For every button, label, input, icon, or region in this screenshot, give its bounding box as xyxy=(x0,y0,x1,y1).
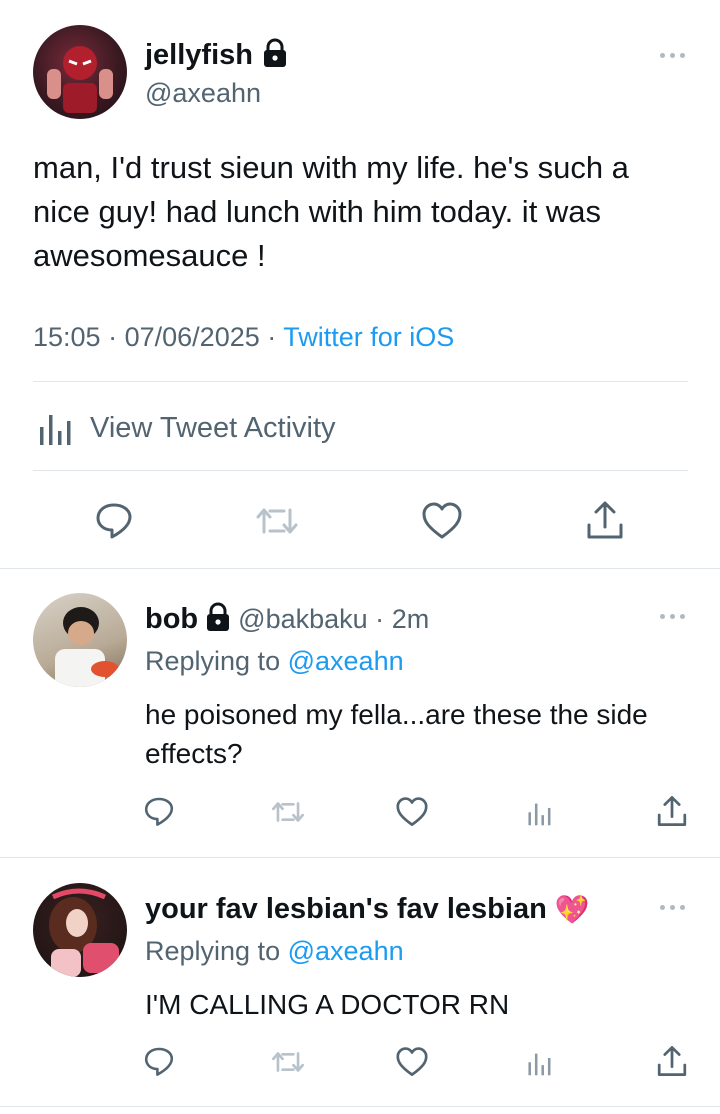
reply-display-name[interactable]: bob xyxy=(145,603,198,636)
replying-to-label: Replying to xyxy=(145,936,281,966)
lock-icon xyxy=(263,38,287,73)
lock-icon xyxy=(206,602,230,637)
meta-separator: · xyxy=(375,603,385,634)
analytics-icon xyxy=(38,411,74,445)
retweet-icon[interactable] xyxy=(255,502,299,540)
reply-icon[interactable] xyxy=(143,795,175,827)
tweet-meta: 15:05 · 07/06/2025 · Twitter for iOS xyxy=(33,322,454,353)
share-icon[interactable] xyxy=(656,794,688,828)
reply-display-name[interactable]: your fav lesbian's fav lesbian xyxy=(145,893,547,926)
tweet-text: man, I'd trust sieun with my life. he's … xyxy=(33,150,629,273)
divider xyxy=(0,568,720,569)
divider xyxy=(33,381,688,382)
analytics-icon[interactable] xyxy=(527,1050,553,1076)
replying-to-handle[interactable]: @axeahn xyxy=(288,936,404,966)
share-icon[interactable] xyxy=(656,1044,688,1078)
reply-avatar[interactable] xyxy=(33,593,127,687)
replying-to-label: Replying to xyxy=(145,646,281,676)
meta-separator: · xyxy=(267,322,277,352)
reply-text: he poisoned my fella...are these the sid… xyxy=(145,699,648,769)
divider xyxy=(33,470,688,471)
reply-avatar[interactable] xyxy=(33,883,127,977)
heart-icon[interactable] xyxy=(396,1047,428,1077)
reply-age: 2m xyxy=(391,603,430,634)
reply-handle[interactable]: @bakbaku xyxy=(238,604,368,634)
view-tweet-activity-button[interactable]: View Tweet Activity xyxy=(38,408,336,448)
tweet-date: 07/06/2025 xyxy=(124,322,260,352)
sparkling-heart-emoji: 💖 xyxy=(554,893,590,925)
more-icon[interactable] xyxy=(660,902,688,912)
reply-icon[interactable] xyxy=(143,1045,175,1077)
retweet-icon[interactable] xyxy=(271,1047,305,1077)
analytics-icon[interactable] xyxy=(527,800,553,826)
author-handle[interactable]: @axeahn xyxy=(145,78,261,109)
share-icon[interactable] xyxy=(585,499,625,541)
replying-to: Replying to @axeahn xyxy=(145,646,404,677)
more-icon[interactable] xyxy=(660,611,688,621)
view-tweet-activity-label: View Tweet Activity xyxy=(90,411,336,444)
reply-text: I'M CALLING A DOCTOR RN xyxy=(145,989,510,1020)
divider xyxy=(0,1106,720,1107)
heart-icon[interactable] xyxy=(422,502,462,540)
author-avatar[interactable] xyxy=(33,25,127,119)
meta-separator: · xyxy=(108,322,118,352)
author-display-name[interactable]: jellyfish xyxy=(145,39,253,72)
reply-icon[interactable] xyxy=(94,500,134,540)
tweet-time: 15:05 xyxy=(33,322,101,352)
replying-to-handle[interactable]: @axeahn xyxy=(288,646,404,676)
heart-icon[interactable] xyxy=(396,797,428,827)
retweet-icon[interactable] xyxy=(271,797,305,827)
more-icon[interactable] xyxy=(660,50,688,60)
divider xyxy=(0,857,720,858)
tweet-source-link[interactable]: Twitter for iOS xyxy=(283,322,454,352)
replying-to: Replying to @axeahn xyxy=(145,936,404,967)
